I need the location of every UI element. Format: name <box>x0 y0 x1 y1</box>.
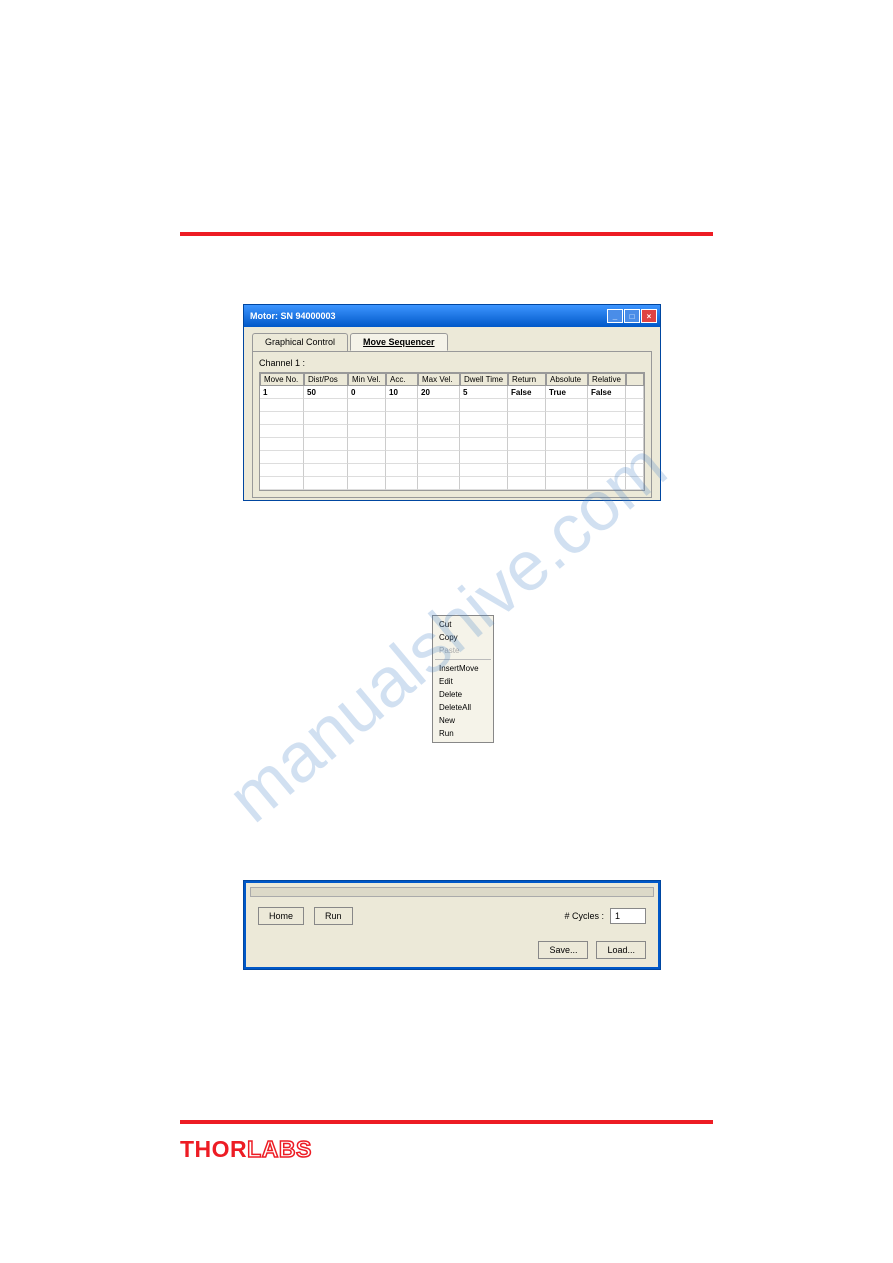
cell-spacer <box>626 386 644 399</box>
cell-moveno: 1 <box>260 386 304 399</box>
context-edit[interactable]: Edit <box>435 675 491 688</box>
minimize-button[interactable]: _ <box>607 309 623 323</box>
cell-maxvel: 20 <box>418 386 460 399</box>
channel-label: Channel 1 : <box>259 358 645 368</box>
col-distpos[interactable]: Dist/Pos <box>304 373 348 386</box>
move-table[interactable]: Move No. Dist/Pos Min Vel. Acc. Max Vel.… <box>259 372 645 491</box>
col-minvel[interactable]: Min Vel. <box>348 373 386 386</box>
divider-bottom <box>180 1120 713 1124</box>
col-maxvel[interactable]: Max Vel. <box>418 373 460 386</box>
close-button[interactable]: × <box>641 309 657 323</box>
window-body: Graphical Control Move Sequencer Channel… <box>244 327 660 500</box>
table-row[interactable] <box>260 425 644 438</box>
sequencer-panel: Channel 1 : Move No. Dist/Pos Min Vel. A… <box>252 351 652 498</box>
logo-thor: THOR <box>180 1136 247 1162</box>
context-new[interactable]: New <box>435 714 491 727</box>
col-spacer <box>626 373 644 386</box>
col-relative[interactable]: Relative <box>588 373 626 386</box>
table-row[interactable] <box>260 477 644 490</box>
context-menu: Cut Copy Paste InsertMove Edit Delete De… <box>432 615 494 743</box>
maximize-button[interactable]: □ <box>624 309 640 323</box>
control-row: Home Run # Cycles : <box>250 903 654 929</box>
context-cut[interactable]: Cut <box>435 618 491 631</box>
divider-top <box>180 232 713 236</box>
tab-graphical-control[interactable]: Graphical Control <box>252 333 348 351</box>
titlebar[interactable]: Motor: SN 94000003 _ □ × <box>244 305 660 327</box>
cycles-input[interactable] <box>610 908 646 924</box>
context-paste: Paste <box>435 644 491 657</box>
logo-labs: LABS <box>247 1136 312 1162</box>
context-separator <box>435 659 491 660</box>
table-row[interactable]: 1 50 0 10 20 5 False True False <box>260 386 644 399</box>
save-button[interactable]: Save... <box>538 941 588 959</box>
window-title: Motor: SN 94000003 <box>250 311 336 321</box>
file-row: Save... Load... <box>250 935 654 963</box>
load-button[interactable]: Load... <box>596 941 646 959</box>
run-button[interactable]: Run <box>314 907 353 925</box>
context-deleteall[interactable]: DeleteAll <box>435 701 491 714</box>
cell-relative: False <box>588 386 626 399</box>
col-absolute[interactable]: Absolute <box>546 373 588 386</box>
context-run[interactable]: Run <box>435 727 491 740</box>
cycles-label: # Cycles : <box>564 911 604 921</box>
bottom-panel: Home Run # Cycles : Save... Load... <box>243 880 661 970</box>
context-delete[interactable]: Delete <box>435 688 491 701</box>
table-row[interactable] <box>260 451 644 464</box>
context-insertmove[interactable]: InsertMove <box>435 662 491 675</box>
table-row[interactable] <box>260 438 644 451</box>
table-row[interactable] <box>260 399 644 412</box>
table-header: Move No. Dist/Pos Min Vel. Acc. Max Vel.… <box>260 373 644 386</box>
status-strip <box>250 887 654 897</box>
col-dwell[interactable]: Dwell Time <box>460 373 508 386</box>
tab-strip: Graphical Control Move Sequencer <box>246 329 658 351</box>
col-return[interactable]: Return <box>508 373 546 386</box>
tab-move-sequencer[interactable]: Move Sequencer <box>350 333 448 351</box>
cell-absolute: True <box>546 386 588 399</box>
cell-minvel: 0 <box>348 386 386 399</box>
cell-dwell: 5 <box>460 386 508 399</box>
window-controls: _ □ × <box>607 309 657 323</box>
col-acc[interactable]: Acc. <box>386 373 418 386</box>
thorlabs-logo: THORLABS <box>180 1136 312 1163</box>
motor-window: Motor: SN 94000003 _ □ × Graphical Contr… <box>243 304 661 501</box>
home-button[interactable]: Home <box>258 907 304 925</box>
table-row[interactable] <box>260 464 644 477</box>
cell-distpos: 50 <box>304 386 348 399</box>
cell-return: False <box>508 386 546 399</box>
col-moveno[interactable]: Move No. <box>260 373 304 386</box>
cell-acc: 10 <box>386 386 418 399</box>
bottom-inner: Home Run # Cycles : Save... Load... <box>246 883 658 967</box>
table-row[interactable] <box>260 412 644 425</box>
context-copy[interactable]: Copy <box>435 631 491 644</box>
